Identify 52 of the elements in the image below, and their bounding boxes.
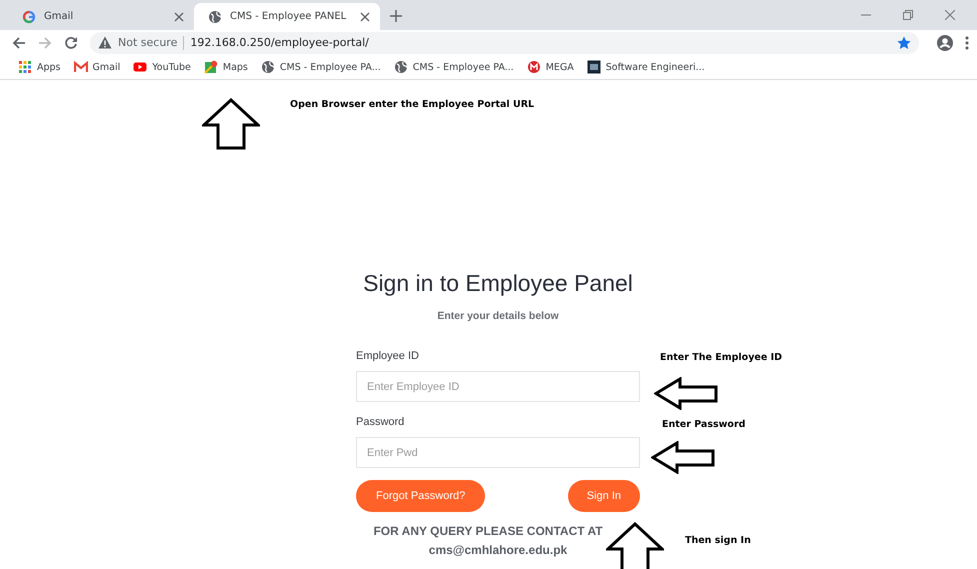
play-icon bbox=[133, 60, 148, 74]
left-arrow-icon bbox=[651, 441, 715, 474]
annotation-text: Enter The Employee ID bbox=[660, 352, 782, 363]
m-logo-icon bbox=[526, 60, 541, 74]
annotation-text: Enter Password bbox=[662, 419, 746, 430]
security-label: Not secure bbox=[118, 36, 178, 49]
subtitle: Enter your details below bbox=[436, 310, 560, 322]
input-field[interactable]: Enter Employee ID bbox=[356, 371, 640, 402]
bookmark[interactable]: Software Engineeri... bbox=[586, 60, 705, 74]
contact-email: cms@cmhlahore.edu.pk bbox=[428, 543, 568, 557]
bookmark[interactable]: YouTube bbox=[133, 60, 191, 74]
restore-icon[interactable] bbox=[903, 10, 913, 20]
map-pin-icon bbox=[204, 60, 218, 74]
bookmark[interactable]: CMS - Employee PA... bbox=[260, 60, 381, 74]
up-arrow-icon bbox=[202, 98, 260, 150]
close-icon[interactable] bbox=[360, 12, 370, 22]
browser-tab[interactable]: Gmail bbox=[8, 3, 194, 30]
reload-icon[interactable] bbox=[64, 36, 78, 50]
bookmark[interactable]: Maps bbox=[204, 60, 248, 74]
tab-title: CMS - Employee PANEL bbox=[230, 11, 348, 22]
tab-title: Gmail bbox=[44, 11, 74, 22]
bookmark[interactable]: Gmail bbox=[74, 60, 120, 74]
field-label: Password bbox=[356, 416, 406, 428]
bookmark[interactable]: Apps bbox=[18, 60, 61, 74]
bookmark[interactable]: MEGA bbox=[526, 60, 574, 74]
back-icon[interactable] bbox=[12, 36, 26, 50]
contact-text: FOR ANY QUERY PLEASE CONTACT AT bbox=[372, 524, 604, 538]
address-bar[interactable]: Not secure 192.168.0.250/employee-portal/ bbox=[90, 32, 919, 54]
logo-square-icon bbox=[586, 60, 601, 74]
left-arrow-icon bbox=[654, 377, 718, 410]
grid-icon bbox=[18, 60, 32, 74]
bookmark[interactable]: CMS - Employee PA... bbox=[394, 60, 514, 74]
up-arrow-icon bbox=[606, 522, 664, 569]
field-label: Employee ID bbox=[356, 350, 420, 362]
menu-icon[interactable] bbox=[965, 36, 969, 50]
url-text: 192.168.0.250/employee-portal/ bbox=[190, 36, 369, 49]
globe-icon bbox=[394, 60, 408, 74]
close-icon[interactable] bbox=[945, 10, 955, 20]
page-title: Sign in to Employee Panel bbox=[362, 270, 634, 297]
browser-tab[interactable]: CMS - Employee PANEL bbox=[194, 3, 380, 30]
star-icon[interactable] bbox=[897, 36, 911, 50]
globe-icon bbox=[260, 60, 275, 74]
warning-icon bbox=[98, 36, 112, 49]
mail-icon bbox=[74, 60, 88, 74]
close-icon[interactable] bbox=[174, 12, 184, 22]
google-icon bbox=[22, 10, 36, 24]
account-icon[interactable] bbox=[937, 34, 953, 50]
annotation-text: Open Browser enter the Employee Portal URL bbox=[290, 99, 534, 110]
input-field[interactable]: Enter Pwd bbox=[356, 437, 640, 468]
globe-icon bbox=[208, 10, 222, 24]
annotation-text: Then sign In bbox=[685, 535, 751, 546]
plus-icon[interactable] bbox=[390, 10, 402, 22]
